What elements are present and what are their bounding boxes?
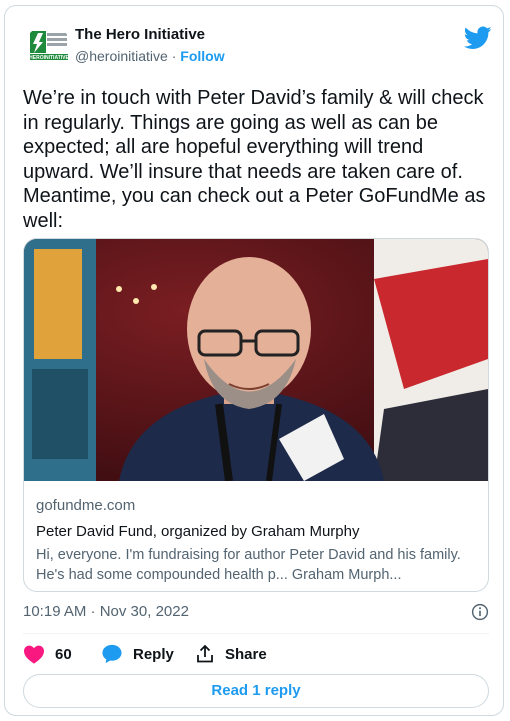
separator: · [171, 48, 177, 64]
info-icon[interactable] [471, 603, 489, 621]
reply-bubble-icon [102, 644, 122, 664]
link-title[interactable]: Peter David Fund, organized by Graham Mu… [36, 523, 476, 540]
preview-photo [24, 239, 488, 481]
reply-label: Reply [133, 645, 174, 663]
link-domain: gofundme.com [36, 497, 136, 514]
divider [23, 633, 489, 634]
hero-initiative-logo: HEROINITIATIVE [24, 25, 72, 73]
like-action[interactable]: 60 [23, 644, 72, 664]
avatar[interactable]: HEROINITIATIVE [24, 25, 72, 73]
author-handle-row: @heroinitiative · Follow [75, 48, 225, 64]
link-description: Hi, everyone. I'm fundraising for author… [36, 547, 461, 583]
tweet-text: We’re in touch with Peter David’s family… [23, 87, 486, 232]
like-count: 60 [55, 645, 72, 663]
share-label: Share [225, 645, 267, 663]
author-name[interactable]: The Hero Initiative [75, 26, 205, 43]
tweet-card: HEROINITIATIVE The Hero Initiative @hero… [4, 5, 504, 716]
reply-action[interactable]: Reply [101, 644, 174, 664]
link-preview-card[interactable]: gofundme.com Peter David Fund, organized… [23, 238, 489, 592]
share-icon [197, 644, 213, 663]
follow-button[interactable]: Follow [180, 48, 224, 64]
read-replies-button[interactable]: Read 1 reply [23, 674, 489, 708]
timestamp[interactable]: 10:19 AM · Nov 30, 2022 [23, 603, 189, 620]
logo-text: HEROINITIATIVE [29, 55, 69, 61]
link-meta: gofundme.com Peter David Fund, organized… [36, 497, 476, 585]
share-action[interactable]: Share [195, 644, 267, 664]
heart-icon [24, 645, 44, 664]
author-handle[interactable]: @heroinitiative [75, 48, 168, 64]
twitter-bird-icon[interactable] [464, 26, 492, 50]
